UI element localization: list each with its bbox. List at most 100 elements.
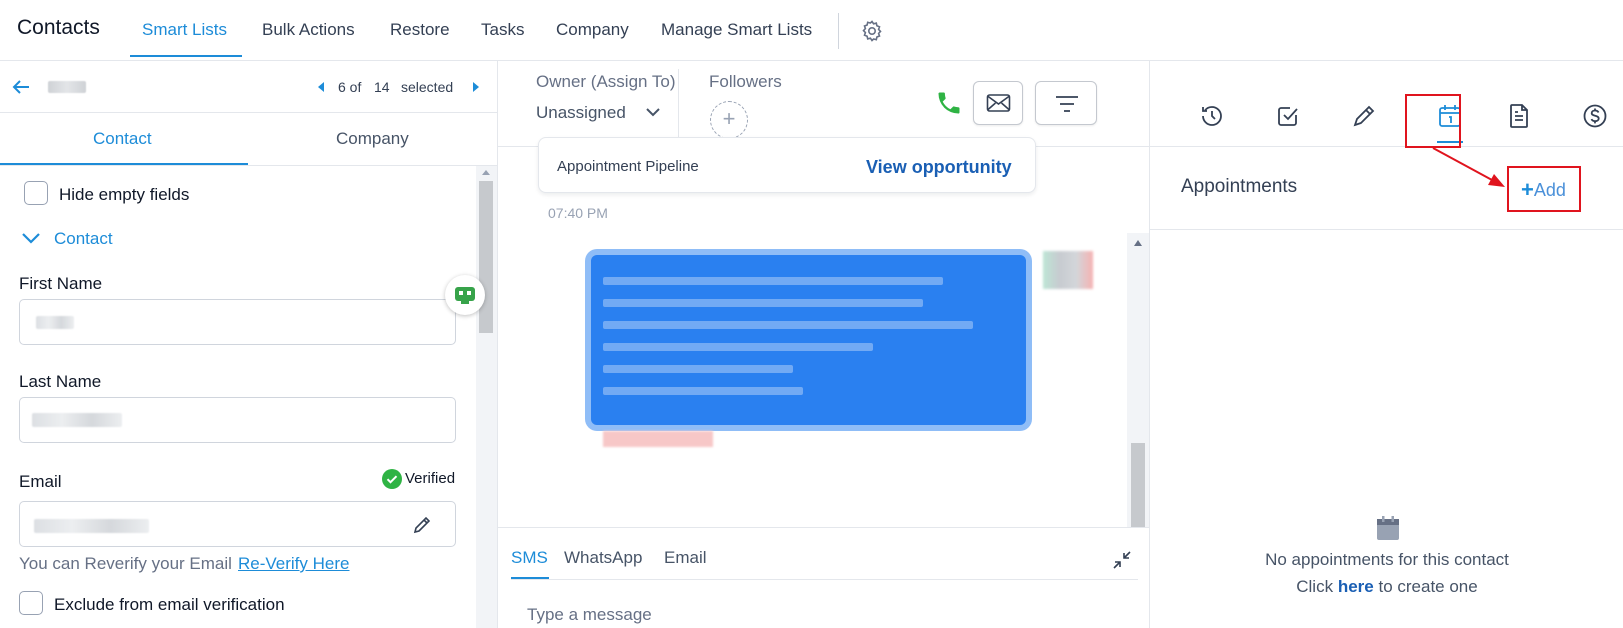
last-name-field[interactable] (19, 397, 456, 443)
message-composer: SMS WhatsApp Email Type a message (498, 527, 1149, 628)
exclude-verification-label: Exclude from email verification (54, 595, 285, 614)
scroll-up-icon[interactable] (482, 170, 490, 175)
add-follower-button[interactable]: + (710, 101, 748, 139)
reverify-link[interactable]: Re-Verify Here (238, 554, 349, 574)
chevron-down-icon[interactable] (644, 103, 662, 121)
tab-bulk-actions[interactable]: Bulk Actions (262, 20, 355, 40)
calendar-empty-icon (1377, 516, 1399, 540)
icon-bar-divider (1150, 146, 1623, 147)
document-icon[interactable] (1506, 103, 1532, 129)
followers-label: Followers (709, 72, 782, 91)
message-status-redacted (603, 431, 713, 447)
reverify-text: You can Reverify your Email (19, 554, 232, 573)
pager-suffix: selected (401, 79, 454, 95)
first-name-label: First Name (19, 274, 103, 293)
pager-total: 14 (374, 79, 390, 95)
collapse-icon[interactable] (1112, 550, 1132, 570)
section-contact-toggle[interactable]: Contact (54, 229, 113, 249)
section-divider (1150, 229, 1623, 230)
verified-badge: Verified (405, 470, 456, 487)
app-title: Contacts (17, 16, 100, 39)
tab-company[interactable]: Company (556, 20, 629, 40)
pen-icon[interactable] (1351, 103, 1377, 129)
hide-empty-checkbox[interactable] (24, 181, 48, 205)
back-arrow-icon[interactable] (10, 76, 32, 98)
dollar-icon[interactable] (1582, 103, 1608, 129)
redacted-line (603, 321, 973, 329)
next-contact-icon[interactable] (473, 82, 479, 92)
email-field[interactable] (19, 501, 456, 547)
hide-empty-label: Hide empty fields (59, 185, 190, 204)
exclude-verification-checkbox[interactable] (19, 591, 43, 615)
top-nav: Contacts Smart Lists Bulk Actions Restor… (0, 0, 1623, 61)
contact-subtabs: Contact Company (0, 113, 497, 166)
subtab-underline (0, 163, 248, 165)
edit-pencil-icon[interactable] (412, 515, 432, 535)
pager-current: 6 of (338, 79, 362, 95)
contact-nav-header: 6 of 14 selected (0, 61, 497, 113)
sender-avatar-redacted (1043, 251, 1093, 289)
active-tab-underline (130, 55, 242, 57)
empty-state-message: No appointments for this contact (1265, 550, 1509, 569)
channel-tab-underline (511, 577, 549, 579)
pipeline-name: Appointment Pipeline (557, 158, 699, 175)
view-opportunity-link[interactable]: View opportunity (866, 157, 1012, 178)
tab-smart-lists[interactable]: Smart Lists (142, 20, 227, 40)
redacted-line (603, 365, 793, 373)
highlight-box-add (1507, 166, 1581, 212)
message-thread: Appointment Pipeline View opportunity 07… (498, 137, 1149, 613)
activity-icon[interactable] (1199, 103, 1225, 129)
first-name-redacted (36, 316, 74, 329)
last-name-redacted (32, 413, 122, 427)
chevron-down-icon[interactable] (21, 231, 41, 245)
opportunity-card: Appointment Pipeline View opportunity (538, 137, 1036, 193)
task-check-icon[interactable] (1275, 103, 1301, 129)
contact-name-redacted (48, 81, 86, 93)
redacted-line (603, 299, 923, 307)
envelope-icon (986, 94, 1011, 112)
owner-select[interactable]: Unassigned (536, 103, 626, 123)
redacted-line (603, 387, 803, 395)
highlight-box-calendar (1405, 94, 1461, 148)
gear-icon[interactable] (860, 19, 884, 43)
subtab-contact[interactable]: Contact (93, 129, 152, 149)
scrollbar-thumb[interactable] (479, 181, 493, 333)
first-name-field[interactable] (19, 299, 456, 345)
nav-divider (838, 13, 839, 49)
bot-assistant-button[interactable] (445, 275, 485, 315)
tab-manage-smart-lists[interactable]: Manage Smart Lists (661, 20, 812, 40)
channel-tab-whatsapp[interactable]: WhatsApp (564, 548, 642, 568)
verified-check-icon (382, 469, 402, 489)
conversation-toolbar: Owner (Assign To) Unassigned Followers + (498, 61, 1149, 147)
phone-icon[interactable] (935, 89, 963, 117)
message-bubble-redacted (591, 255, 1026, 425)
channel-tab-email[interactable]: Email (664, 548, 707, 568)
create-appointment-link[interactable]: here (1338, 577, 1374, 596)
redacted-line (603, 343, 873, 351)
subtab-company[interactable]: Company (336, 129, 409, 149)
last-name-label: Last Name (19, 372, 102, 391)
channel-tab-sms[interactable]: SMS (511, 548, 548, 568)
empty-state-hint: Click here to create one (1150, 577, 1623, 597)
hint-suffix: to create one (1378, 577, 1478, 596)
conversation-panel: Owner (Assign To) Unassigned Followers +… (498, 61, 1149, 628)
message-timestamp: 07:40 PM (548, 205, 608, 221)
right-sidebar: Appointments +Add No appointments for th… (1149, 61, 1623, 628)
appointments-title: Appointments (1181, 176, 1298, 197)
filter-button[interactable] (1035, 81, 1097, 125)
owner-label: Owner (Assign To) (536, 72, 676, 91)
left-scrollbar[interactable] (476, 166, 497, 628)
toolbar-divider (678, 69, 679, 139)
hint-prefix: Click (1296, 577, 1334, 596)
message-input[interactable]: Type a message (527, 605, 652, 625)
email-button[interactable] (973, 81, 1023, 125)
robot-icon (455, 287, 475, 304)
tab-tasks[interactable]: Tasks (481, 20, 524, 40)
contact-details-panel: 6 of 14 selected Contact Company Hide em… (0, 61, 498, 628)
scroll-up-icon[interactable] (1134, 240, 1142, 246)
prev-contact-icon[interactable] (318, 82, 324, 92)
channel-divider (511, 579, 1138, 580)
tab-restore[interactable]: Restore (390, 20, 450, 40)
filter-icon (1056, 96, 1078, 112)
email-redacted (34, 519, 149, 533)
